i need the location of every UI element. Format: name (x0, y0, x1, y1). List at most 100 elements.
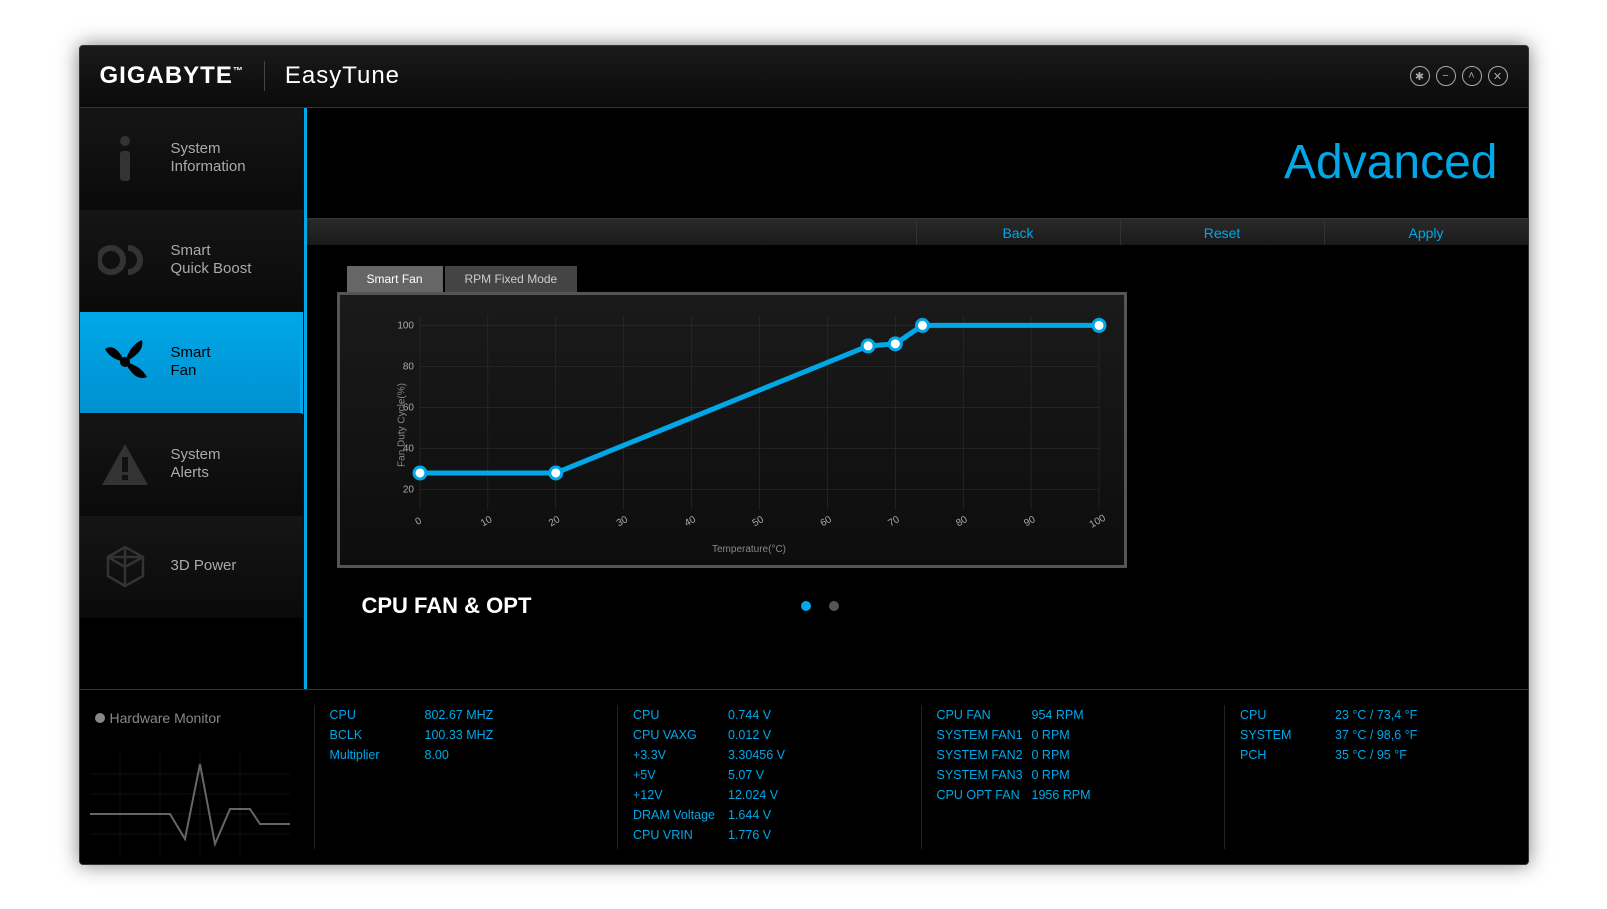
titlebar: GIGABYTE™ EasyTune ✱ − ˄ ✕ (80, 46, 1528, 108)
tabs: Smart FanRPM Fixed Mode (347, 266, 1498, 292)
chart-point[interactable] (549, 466, 561, 478)
monitor-key: BCLK (330, 725, 425, 745)
monitor-value: 0.744 V (728, 705, 771, 725)
monitor-row: CPU VAXG0.012 V (633, 725, 911, 745)
back-button[interactable]: Back (916, 219, 1120, 245)
sidebar-item-3d-power[interactable]: 3D Power (80, 516, 303, 618)
brand-logo: GIGABYTE™ (100, 62, 244, 90)
monitor-key: SYSTEM FAN2 (937, 745, 1032, 765)
svg-text:20: 20 (546, 513, 561, 528)
monitor-value: 100.33 MHZ (425, 725, 494, 745)
monitor-value: 23 °C / 73,4 °F (1335, 705, 1417, 725)
monitor-value: 0 RPM (1032, 765, 1070, 785)
pager-dot[interactable] (801, 601, 811, 611)
monitor-key: CPU OPT FAN (937, 785, 1032, 805)
monitor-columns: CPU802.67 MHZBCLK100.33 MHZMultiplier8.0… (304, 690, 1528, 864)
monitor-key: DRAM Voltage (633, 805, 728, 825)
monitor-row: SYSTEM FAN10 RPM (937, 725, 1215, 745)
pager-dot[interactable] (829, 601, 839, 611)
content: Advanced Back Reset Apply Smart FanRPM F… (304, 108, 1528, 689)
sidebar-label: SmartQuick Boost (171, 242, 252, 278)
minimize-button[interactable]: − (1436, 66, 1456, 86)
monitor-value: 0 RPM (1032, 745, 1070, 765)
monitor-key: CPU (1240, 705, 1335, 725)
tab-smart-fan[interactable]: Smart Fan (347, 266, 443, 292)
monitor-column: CPU FAN954 RPMSYSTEM FAN10 RPMSYSTEM FAN… (921, 705, 1215, 849)
monitor-row: CPU802.67 MHZ (330, 705, 608, 725)
reset-button[interactable]: Reset (1120, 219, 1324, 245)
monitor-key: Multiplier (330, 745, 425, 765)
close-button[interactable]: ✕ (1488, 66, 1508, 86)
monitor-value: 5.07 V (728, 765, 764, 785)
maximize-button[interactable]: ˄ (1462, 66, 1482, 86)
svg-text:80: 80 (402, 361, 414, 372)
monitor-value: 1.644 V (728, 805, 771, 825)
content-header: Advanced (307, 108, 1528, 218)
cube-icon (98, 539, 153, 594)
monitor-row: PCH35 °C / 95 °F (1240, 745, 1518, 765)
sidebar-label: SystemInformation (171, 140, 246, 176)
chart-svg[interactable]: 204060801000102030405060708090100 (390, 310, 1109, 540)
main-panel: Smart FanRPM Fixed Mode Fan Duty Cycle(%… (307, 246, 1528, 689)
monitor-key: +12V (633, 785, 728, 805)
info-icon (98, 131, 153, 186)
monitor-key: SYSTEM FAN1 (937, 725, 1032, 745)
hw-monitor-panel: Hardware Monitor (80, 690, 304, 864)
separator (264, 61, 265, 91)
monitor-row: CPU23 °C / 73,4 °F (1240, 705, 1518, 725)
monitor-value: 802.67 MHZ (425, 705, 494, 725)
monitor-column: CPU23 °C / 73,4 °FSYSTEM37 °C / 98,6 °FP… (1224, 705, 1518, 849)
fan-curve-chart[interactable]: Fan Duty Cycle(%) 2040608010001020304050… (337, 292, 1127, 568)
monitor-key: SYSTEM FAN3 (937, 765, 1032, 785)
window-controls: ✱ − ˄ ✕ (1410, 66, 1508, 86)
monitor-row: SYSTEM FAN20 RPM (937, 745, 1215, 765)
monitor-row: BCLK100.33 MHZ (330, 725, 608, 745)
chart-point[interactable] (413, 466, 425, 478)
monitor-row: SYSTEM FAN30 RPM (937, 765, 1215, 785)
monitor-key: PCH (1240, 745, 1335, 765)
monitor-row: CPU OPT FAN1956 RPM (937, 785, 1215, 805)
svg-text:70: 70 (886, 513, 901, 528)
gear-icon[interactable]: ✱ (1410, 66, 1430, 86)
monitor-row: CPU FAN954 RPM (937, 705, 1215, 725)
chart-point[interactable] (862, 339, 874, 351)
monitor-key: CPU (633, 705, 728, 725)
chart-xlabel: Temperature(°C) (390, 544, 1109, 555)
dot-icon (95, 713, 105, 723)
fan-icon (98, 335, 153, 390)
chart-point[interactable] (1093, 319, 1105, 331)
monitor-row: Multiplier8.00 (330, 745, 608, 765)
svg-text:20: 20 (402, 484, 414, 495)
action-bar: Back Reset Apply (307, 218, 1528, 246)
monitor-row: +5V5.07 V (633, 765, 911, 785)
svg-text:50: 50 (750, 513, 765, 528)
hw-monitor-title: Hardware Monitor (110, 710, 221, 726)
apply-button[interactable]: Apply (1324, 219, 1528, 245)
monitor-value: 12.024 V (728, 785, 778, 805)
monitor-column: CPU802.67 MHZBCLK100.33 MHZMultiplier8.0… (314, 705, 608, 849)
chart-point[interactable] (916, 319, 928, 331)
svg-text:10: 10 (479, 513, 494, 528)
chart-ylabel: Fan Duty Cycle(%) (396, 383, 407, 467)
app-window: GIGABYTE™ EasyTune ✱ − ˄ ✕ SystemInforma… (79, 45, 1529, 865)
monitor-row: DRAM Voltage1.644 V (633, 805, 911, 825)
monitor-row: SYSTEM37 °C / 98,6 °F (1240, 725, 1518, 745)
monitor-row: CPU0.744 V (633, 705, 911, 725)
monitor-key: +3.3V (633, 745, 728, 765)
svg-text:60: 60 (818, 513, 833, 528)
monitor-key: CPU VAXG (633, 725, 728, 745)
chart-point[interactable] (889, 337, 901, 349)
monitor-value: 3.30456 V (728, 745, 785, 765)
tab-rpm-fixed-mode[interactable]: RPM Fixed Mode (445, 266, 578, 292)
monitor-value: 0 RPM (1032, 725, 1070, 745)
sidebar-item-smart-fan[interactable]: SmartFan (80, 312, 303, 414)
monitor-value: 8.00 (425, 745, 449, 765)
alert-icon (98, 437, 153, 492)
sidebar-item-system-alerts[interactable]: SystemAlerts (80, 414, 303, 516)
sidebar-label: 3D Power (171, 557, 237, 575)
sidebar-item-quick-boost[interactable]: SmartQuick Boost (80, 210, 303, 312)
sidebar-label: SmartFan (171, 344, 211, 380)
sidebar-label: SystemAlerts (171, 446, 221, 482)
sidebar-item-system-info[interactable]: SystemInformation (80, 108, 303, 210)
svg-text:0: 0 (413, 515, 424, 528)
